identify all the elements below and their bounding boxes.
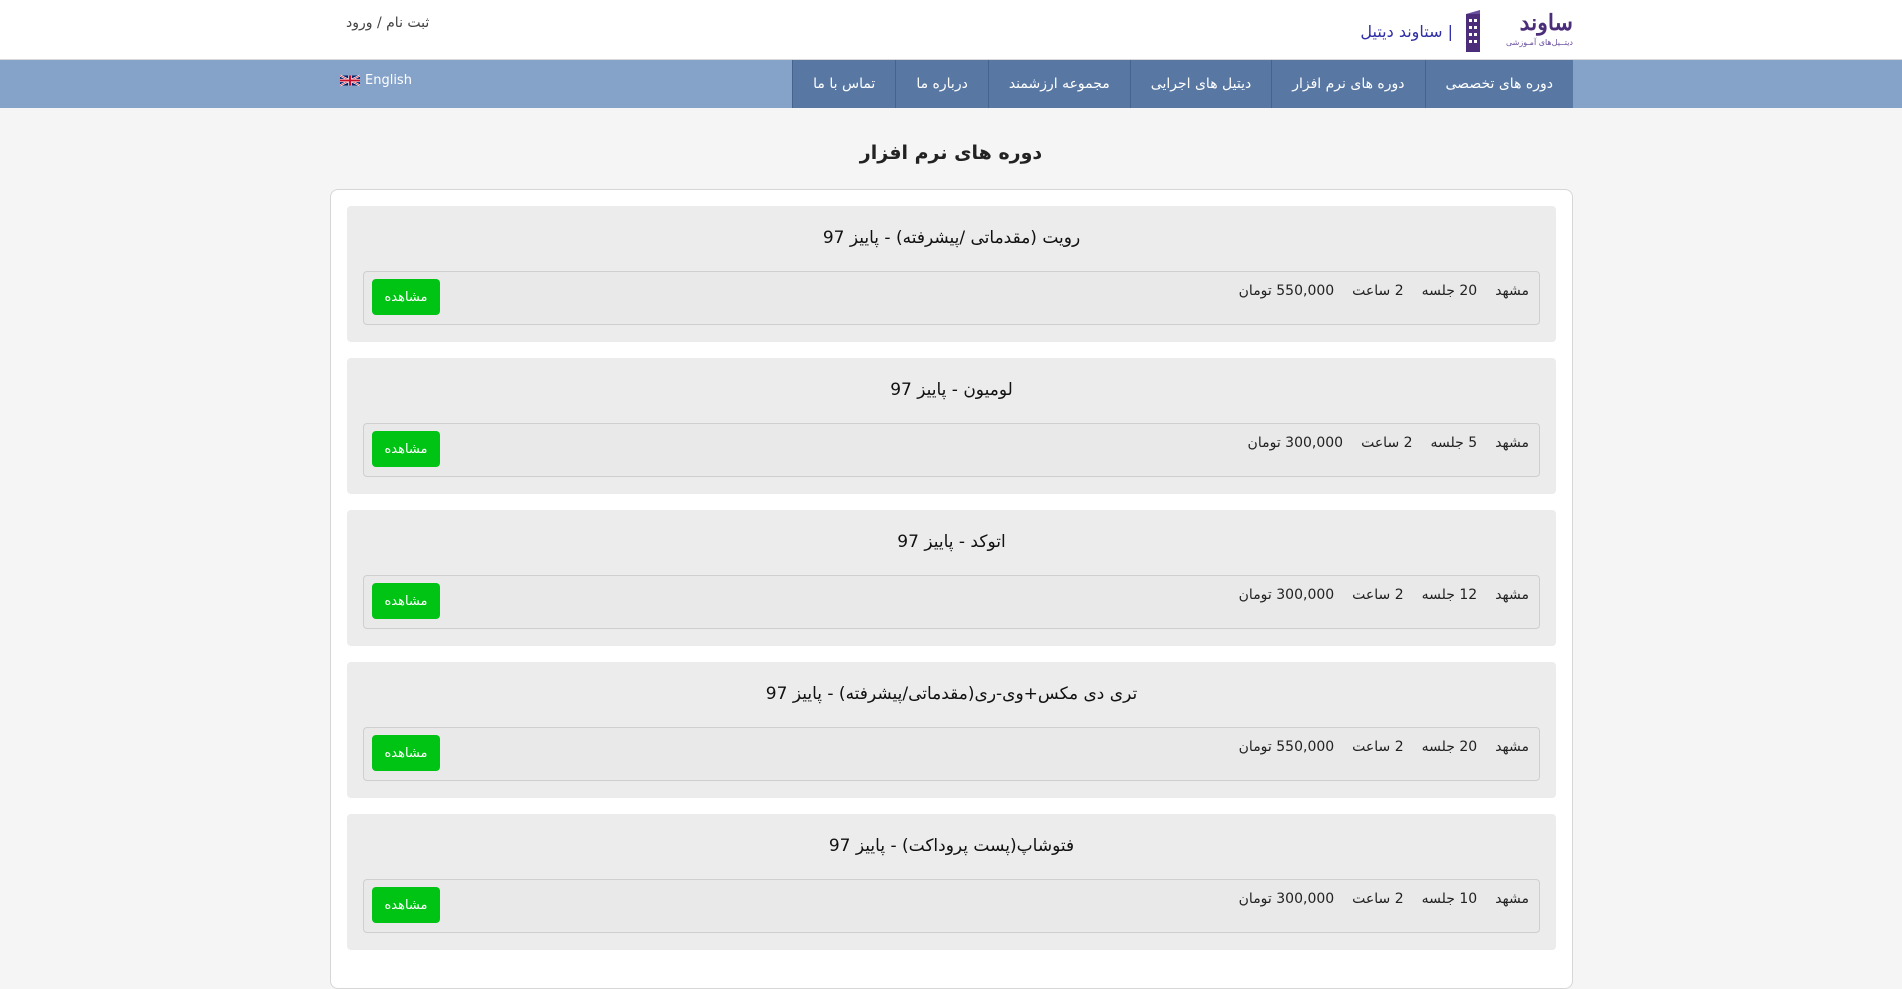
course-card: لومیون - پاییز 97 مشهد 5 جلسه 2 ساعت 300… (347, 358, 1556, 494)
course-sessions: 5 جلسه (1430, 435, 1478, 451)
course-city: مشهد (1495, 587, 1529, 603)
language-label[interactable]: English (365, 73, 412, 88)
course-city: مشهد (1495, 739, 1529, 755)
course-info: مشهد 10 جلسه 2 ساعت 300,000 تومان (1239, 891, 1529, 907)
course-info: مشهد 20 جلسه 2 ساعت 550,000 تومان (1239, 739, 1529, 755)
course-city: مشهد (1495, 891, 1529, 907)
view-button[interactable]: مشاهده (372, 279, 440, 315)
course-title: رویت (مقدماتی /پیشرفته) - پاییز 97 (822, 228, 1081, 248)
course-title: لومیون - پاییز 97 (890, 380, 1013, 400)
course-duration: 2 ساعت (1361, 435, 1413, 451)
course-card: تری دی مکس+وی-ری(مقدماتی/پیشرفته) - پایی… (347, 662, 1556, 798)
course-list: رویت (مقدماتی /پیشرفته) - پاییز 97 مشهد … (330, 189, 1573, 989)
login-register-link[interactable]: ثبت نام / ورود (346, 15, 429, 31)
course-info: مشهد 20 جلسه 2 ساعت 550,000 تومان (1239, 283, 1529, 299)
course-title: تری دی مکس+وی-ری(مقدماتی/پیشرفته) - پایی… (765, 684, 1138, 704)
course-duration: 2 ساعت (1352, 587, 1404, 603)
course-info: مشهد 5 جلسه 2 ساعت 300,000 تومان (1248, 435, 1529, 451)
course-sessions: 10 جلسه (1421, 891, 1478, 907)
logo-word: ساوند (1519, 10, 1573, 36)
logo-subtitle: دیتــیل‌های آمـوزشی (1505, 38, 1573, 47)
nav-item-specialized-courses[interactable]: دوره های تخصصی (1424, 60, 1573, 108)
top-header: ثبت نام / ورود ساوند دیتــیل‌های آمـوزش (0, 0, 1902, 60)
course-info-box: مشهد 10 جلسه 2 ساعت 300,000 تومان مشاهده (363, 879, 1540, 933)
uk-flag-icon (340, 74, 360, 87)
nav-item-about-us[interactable]: درباره ما (895, 60, 988, 108)
course-price: 550,000 تومان (1238, 283, 1335, 299)
nav-item-contact-us[interactable]: تماس با ما (792, 60, 896, 108)
course-info-box: مشهد 20 جلسه 2 ساعت 550,000 تومان مشاهده (363, 727, 1540, 781)
course-title: اتوکد - پاییز 97 (897, 532, 1006, 552)
top-header-inner: ثبت نام / ورود ساوند دیتــیل‌های آمـوزش (330, 0, 1573, 60)
auth-text[interactable]: ثبت نام / ورود (346, 15, 429, 31)
nav-item-valuable-collection[interactable]: مجموعه ارزشمند (987, 60, 1130, 108)
building-logo-icon (1466, 10, 1480, 52)
course-duration: 2 ساعت (1352, 283, 1404, 299)
nav-item-software-courses[interactable]: دوره های نرم افزار (1271, 60, 1425, 108)
view-button[interactable]: مشاهده (372, 735, 440, 771)
course-price: 300,000 تومان (1238, 891, 1335, 907)
course-title: فتوشاپ(پست پروداکت) - پاییز 97 (828, 836, 1075, 856)
course-info-box: مشهد 5 جلسه 2 ساعت 300,000 تومان مشاهده (363, 423, 1540, 477)
course-card: رویت (مقدماتی /پیشرفته) - پاییز 97 مشهد … (347, 206, 1556, 342)
page-title: دوره های نرم افزار (859, 142, 1043, 164)
course-info: مشهد 12 جلسه 2 ساعت 300,000 تومان (1239, 587, 1529, 603)
nav-item-execution-details[interactable]: دیتیل های اجرایی (1129, 60, 1272, 108)
main-nav-inner: English دوره های تخصصی دوره های نرم افزا… (330, 60, 1573, 108)
course-price: 300,000 تومان (1238, 587, 1335, 603)
course-city: مشهد (1495, 435, 1529, 451)
course-duration: 2 ساعت (1352, 739, 1404, 755)
main-nav: English دوره های تخصصی دوره های نرم افزا… (0, 60, 1902, 108)
course-sessions: 12 جلسه (1421, 587, 1478, 603)
course-price: 300,000 تومان (1247, 435, 1344, 451)
language-switch[interactable]: English (340, 73, 412, 88)
course-info-box: مشهد 20 جلسه 2 ساعت 550,000 تومان مشاهده (363, 271, 1540, 325)
course-price: 550,000 تومان (1238, 739, 1335, 755)
course-sessions: 20 جلسه (1421, 283, 1478, 299)
course-duration: 2 ساعت (1352, 891, 1404, 907)
brand-name[interactable]: | ستاوند دیتیل (1360, 22, 1453, 41)
brand[interactable]: ساوند دیتــیل‌های آمـوزشی | ستاوند دیتیل (1360, 8, 1573, 54)
course-card: فتوشاپ(پست پروداکت) - پاییز 97 مشهد 10 ج… (347, 814, 1556, 950)
course-card: اتوکد - پاییز 97 مشهد 12 جلسه 2 ساعت 300… (347, 510, 1556, 646)
view-button[interactable]: مشاهده (372, 887, 440, 923)
course-city: مشهد (1495, 283, 1529, 299)
site-logo[interactable]: ساوند دیتــیل‌های آمـوزشی (1463, 8, 1573, 54)
nav-items: دوره های تخصصی دوره های نرم افزار دیتیل … (792, 60, 1573, 108)
view-button[interactable]: مشاهده (372, 431, 440, 467)
course-sessions: 20 جلسه (1421, 739, 1478, 755)
view-button[interactable]: مشاهده (372, 583, 440, 619)
course-info-box: مشهد 12 جلسه 2 ساعت 300,000 تومان مشاهده (363, 575, 1540, 629)
